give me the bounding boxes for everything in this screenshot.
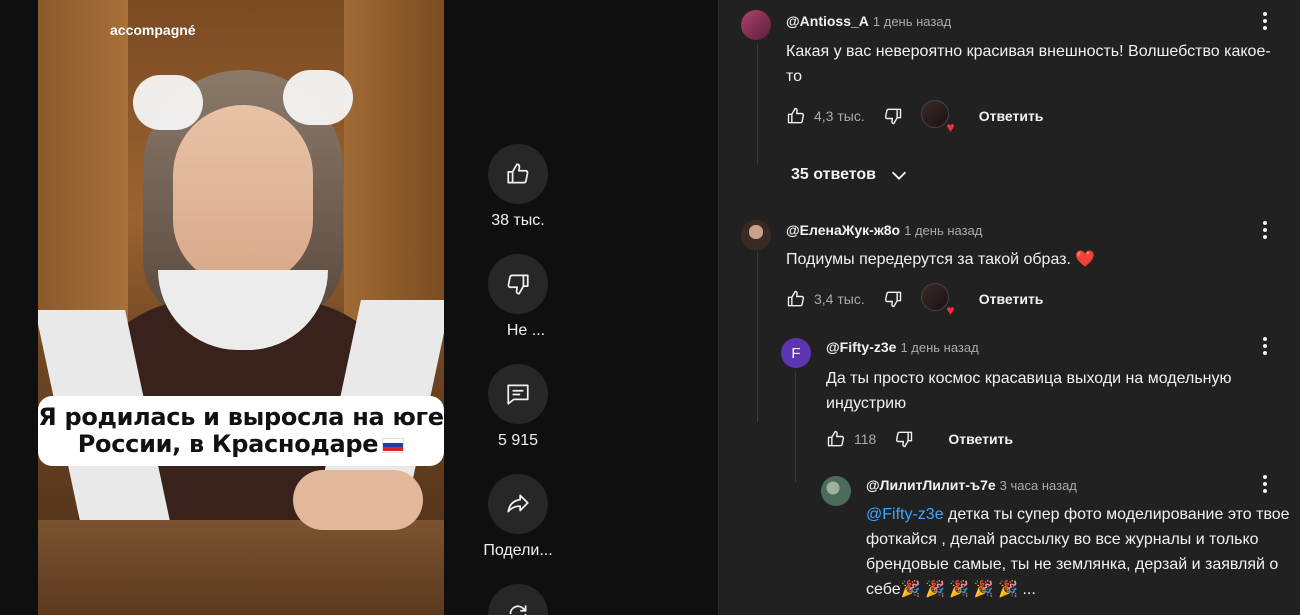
video-figure-bow-right — [283, 70, 353, 125]
remix-action — [470, 584, 566, 615]
reply2-author[interactable]: @ЛилитЛилит-ъ7е — [866, 477, 996, 493]
reply2-menu-icon[interactable] — [1253, 472, 1277, 496]
comment2-menu-icon[interactable] — [1253, 218, 1277, 242]
video-background-right — [344, 0, 444, 330]
comment1-header: @Antioss_A 1 день назад — [786, 13, 951, 29]
comment1-time[interactable]: 1 день назад — [873, 14, 951, 29]
heart-icon: ♥ — [946, 302, 955, 318]
thread-line-1 — [757, 44, 758, 164]
comment1-avatar[interactable] — [741, 10, 771, 40]
reply1-author[interactable]: @Fifty-z3e — [826, 339, 896, 355]
video-caption: Я родилась и выросла на юге России, в Кр… — [38, 396, 444, 466]
comment1-like-icon[interactable] — [786, 106, 806, 126]
share-label: Подели... — [483, 542, 553, 559]
comment2-dislike-icon[interactable] — [883, 289, 903, 309]
video-caption-line1: Я родилась и выросла на юге — [38, 403, 444, 431]
like-count: 38 тыс. — [491, 212, 545, 229]
reply1-toolbar: 118 Ответить — [826, 427, 1013, 451]
comment1-replies-count: 35 ответов — [791, 166, 876, 183]
russia-flag-icon — [382, 437, 405, 453]
dislike-button[interactable] — [488, 254, 548, 314]
comment2-avatar[interactable] — [741, 220, 771, 250]
reply1-menu-icon[interactable] — [1253, 334, 1277, 358]
comment2-header: @ЕленаЖук-ж8о 1 день назад — [786, 222, 982, 238]
comment1-dislike-icon[interactable] — [883, 106, 903, 126]
comment2-like-icon[interactable] — [786, 289, 806, 309]
share-action: Подели... — [470, 474, 566, 560]
video-caption-line2-wrap: России, в Краснодаре — [38, 431, 444, 458]
video-background-left — [38, 0, 128, 330]
like-action: 38 тыс. — [470, 144, 566, 230]
comment1-replies-toggle[interactable]: 35 ответов — [791, 164, 910, 186]
comment1-author[interactable]: @Antioss_A — [786, 13, 869, 29]
reply2-mention-link[interactable]: @Fifty-z3e — [866, 506, 944, 523]
heart-icon: ♥ — [946, 119, 955, 135]
comment1-like-count: 4,3 тыс. — [814, 108, 865, 124]
like-button[interactable] — [488, 144, 548, 204]
thumb-down-icon — [507, 274, 529, 295]
comment2-text: Подиумы передерутся за такой образ. ❤️ — [786, 251, 1096, 268]
chevron-down-icon — [891, 171, 907, 180]
reply2-text-wrap: @Fifty-z3e детка ты супер фото моделиров… — [866, 502, 1291, 602]
dislike-label: Не ... — [506, 322, 546, 339]
thumb-up-icon — [507, 163, 529, 184]
comment2-toolbar: 3,4 тыс. ♥ Ответить — [786, 283, 1044, 317]
video-figure-face — [173, 105, 313, 285]
comment2-time[interactable]: 1 день назад — [904, 223, 982, 238]
comments-action: 5 915 — [470, 364, 566, 450]
comment2-like-count: 3,4 тыс. — [814, 291, 865, 307]
comment1-menu-icon[interactable] — [1253, 9, 1277, 33]
video-figure-bow-left — [133, 75, 203, 130]
remix-button[interactable] — [488, 584, 548, 615]
thread-line-3 — [795, 372, 796, 482]
comment2-author[interactable]: @ЕленаЖук-ж8о — [786, 222, 900, 238]
reply1-text: Да ты просто космос красавица выходи на … — [826, 370, 1232, 412]
comments-count: 5 915 — [497, 432, 539, 449]
comments-button[interactable] — [488, 364, 548, 424]
comment1-text: Какая у вас невероятно красивая внешност… — [786, 43, 1271, 85]
share-arrow-icon — [507, 494, 529, 513]
reply2-avatar[interactable] — [821, 476, 851, 506]
comment-icon — [507, 384, 529, 405]
reply1-header: @Fifty-z3e 1 день назад — [826, 339, 979, 355]
reply2-time[interactable]: 3 часа назад — [1000, 478, 1077, 493]
video-figure-hands — [293, 470, 423, 530]
video-area: accompagné Я родилась и выросла на юге Р… — [0, 0, 470, 615]
thread-line-2 — [757, 252, 758, 422]
dislike-action: Не ... — [470, 254, 566, 340]
comment2-creator-heart: ♥ — [920, 283, 955, 318]
share-button[interactable] — [488, 474, 548, 534]
action-column: 38 тыс. Не ... 5 915 Подели... — [470, 0, 566, 615]
comment1-creator-heart: ♥ — [920, 100, 955, 135]
reply1-avatar[interactable]: F — [781, 338, 811, 368]
reply1-dislike-icon[interactable] — [894, 429, 914, 449]
reply1-like-count: 118 — [854, 431, 877, 447]
video-caption-line2: России, в Краснодаре — [77, 430, 379, 458]
video-player[interactable]: accompagné Я родилась и выросла на юге Р… — [38, 0, 444, 615]
comment1-reply-button[interactable]: Ответить — [979, 108, 1044, 124]
reply1-like-icon[interactable] — [826, 429, 846, 449]
comment2-reply-button[interactable]: Ответить — [979, 291, 1044, 307]
video-desk — [38, 520, 444, 615]
comment1-toolbar: 4,3 тыс. ♥ Ответить — [786, 100, 1044, 134]
reply1-time[interactable]: 1 день назад — [900, 340, 978, 355]
video-source-tag: accompagné — [110, 22, 196, 38]
reply2-header: @ЛилитЛилит-ъ7е 3 часа назад — [866, 477, 1077, 493]
reply1-reply-button[interactable]: Ответить — [948, 431, 1013, 447]
remix-icon — [509, 605, 527, 615]
comments-panel: @Antioss_A 1 день назад Какая у вас невер… — [718, 0, 1300, 615]
